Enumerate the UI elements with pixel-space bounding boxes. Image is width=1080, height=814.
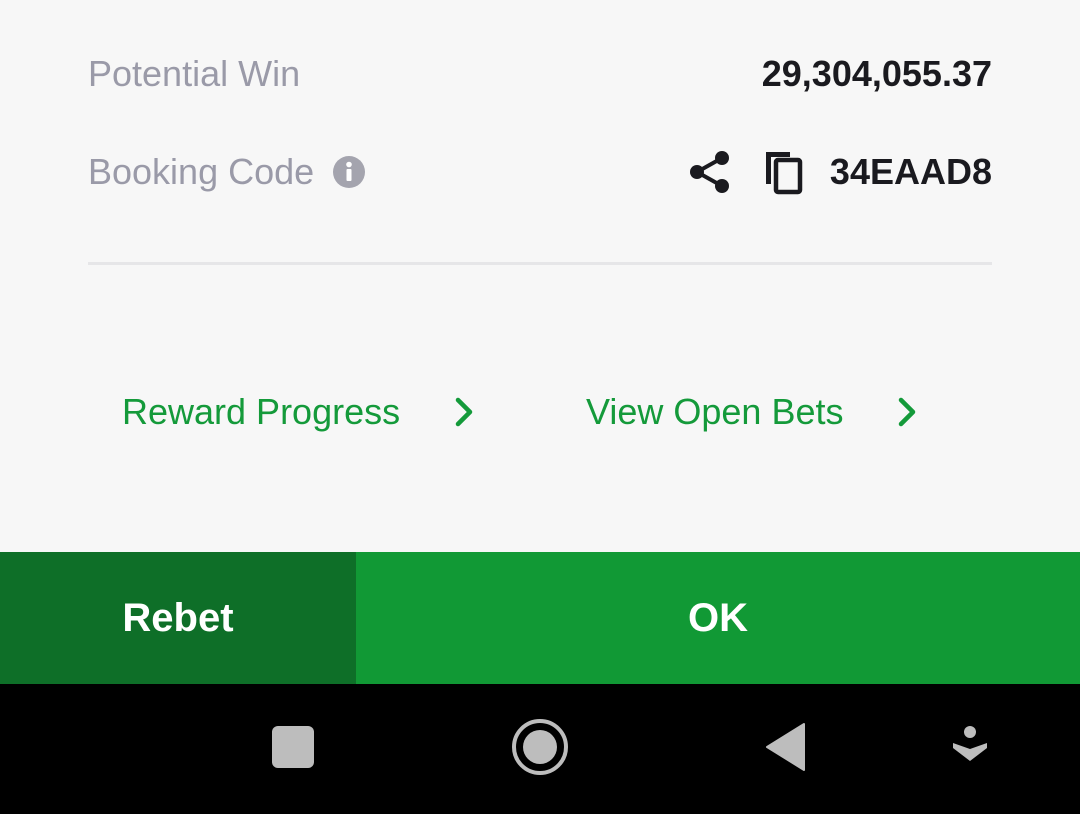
recents-button[interactable] [253,684,333,814]
rebet-button-label: Rebet [122,595,234,640]
booking-code-actions: 34EAAD8 [688,148,992,196]
ok-button-label: OK [688,595,748,640]
reward-progress-label: Reward Progress [122,391,401,432]
ok-button[interactable]: OK [356,552,1080,684]
accessibility-button[interactable] [930,684,1010,814]
bet-confirmation-screen: Potential Win 29,304,055.37 Booking Code [0,0,1080,814]
back-button[interactable] [746,684,826,814]
potential-win-row: Potential Win 29,304,055.37 [88,46,992,102]
info-icon[interactable] [332,155,366,189]
potential-win-label: Potential Win [88,53,301,94]
system-navigation-bar [0,684,1080,814]
links-row: Reward Progress View Open Bets [0,380,1080,444]
potential-win-value: 29,304,055.37 [761,53,992,94]
home-button[interactable] [500,684,580,814]
view-open-bets-label: View Open Bets [586,391,844,432]
share-icon[interactable] [688,148,732,196]
triangle-back-icon [764,722,808,777]
circle-icon [510,717,570,782]
accessibility-icon [950,725,990,774]
booking-code-value[interactable]: 34EAAD8 [830,151,992,193]
copy-icon[interactable] [762,148,806,196]
chevron-right-icon [452,395,476,429]
booking-code-row: Booking Code 34EAAD8 [88,142,992,202]
square-icon [271,725,315,774]
view-open-bets-link[interactable]: View Open Bets [586,380,919,444]
section-divider [88,262,992,265]
reward-progress-link[interactable]: Reward Progress [122,380,476,444]
booking-code-label-group: Booking Code [88,151,366,193]
booking-code-label: Booking Code [88,151,315,192]
rebet-button[interactable]: Rebet [0,552,356,684]
chevron-right-icon [895,395,919,429]
